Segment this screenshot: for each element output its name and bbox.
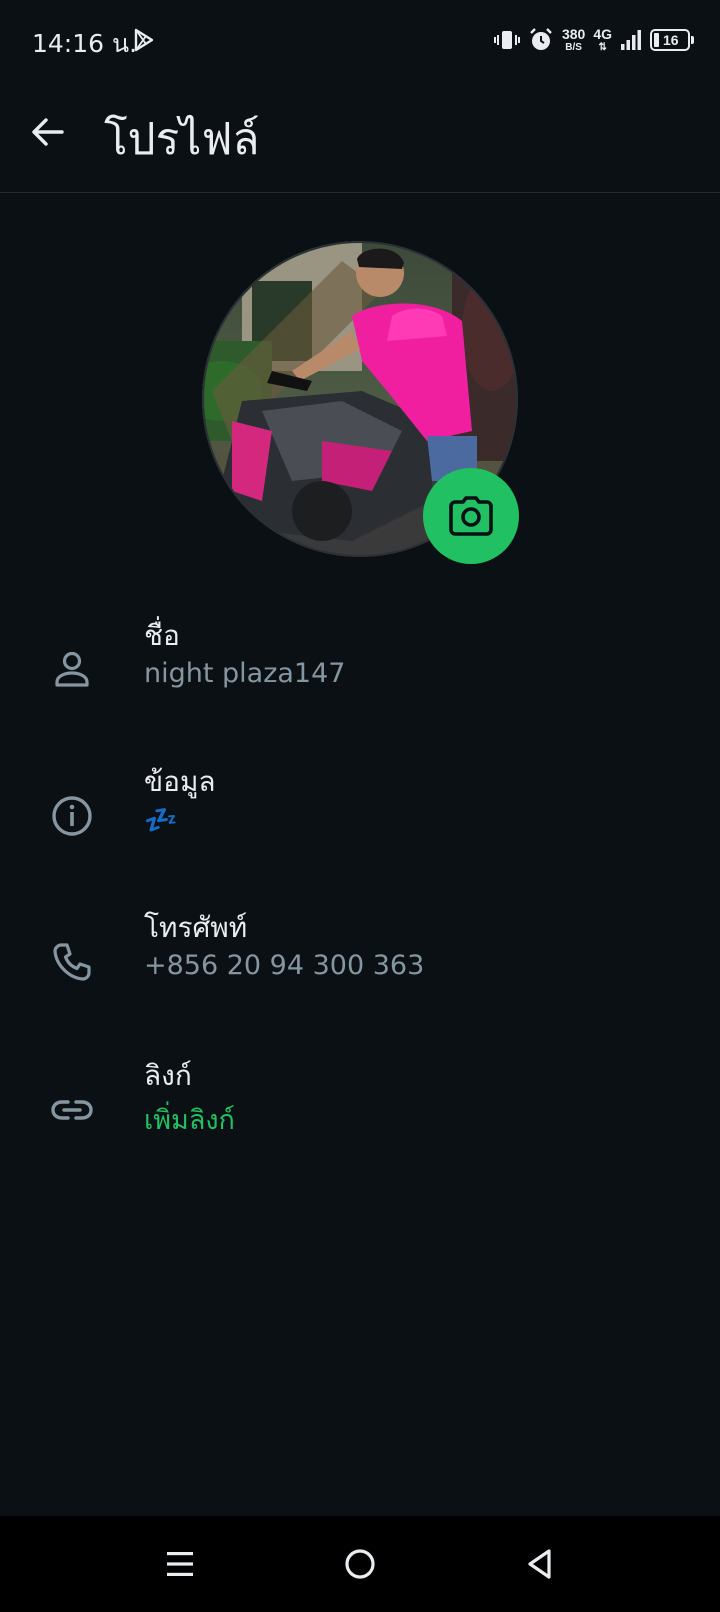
add-link-button[interactable]: เพิ่มลิงก์ [144, 1098, 235, 1141]
play-store-icon [134, 28, 154, 52]
status-time: 14:16 น. [32, 29, 138, 58]
system-back-button[interactable] [516, 1540, 564, 1588]
network-speed-unit: B/S [565, 42, 582, 53]
phone-row[interactable]: โทรศัพท์ +856 20 94 300 363 [0, 900, 720, 1030]
about-label: ข้อมูล [144, 765, 216, 798]
menu-icon [167, 1552, 193, 1576]
person-icon [48, 645, 96, 693]
change-photo-button[interactable] [423, 468, 519, 564]
vibrate-icon [493, 31, 520, 49]
network-speed: 380 B/S [562, 27, 585, 53]
page-title: โปรไฟล์ [104, 114, 260, 165]
link-icon [48, 1086, 96, 1134]
status-indicators: 380 B/S 4G ⇅ 16 [493, 24, 694, 56]
back-triangle-icon [528, 1549, 551, 1579]
signal-icon [621, 30, 641, 50]
info-icon [48, 792, 96, 840]
name-value: night plaza147 [144, 658, 346, 689]
status-bar: 14:16 น. 380 B/S 4G ⇅ 16 [0, 0, 720, 80]
network-type-label: 4G [593, 26, 612, 42]
name-row[interactable]: ชื่อ night plaza147 [0, 608, 720, 738]
phone-label: โทรศัพท์ [144, 911, 248, 944]
app-bar: โปรไฟล์ [0, 80, 720, 193]
recents-button[interactable] [156, 1540, 204, 1588]
about-row[interactable]: ข้อมูล 💤 [0, 754, 720, 884]
home-button[interactable] [336, 1540, 384, 1588]
network-type: 4G ⇅ [593, 26, 612, 53]
name-label: ชื่อ [144, 619, 180, 652]
phone-value: +856 20 94 300 363 [144, 950, 425, 981]
links-label: ลิงก์ [144, 1059, 192, 1092]
battery-level: 16 [663, 32, 679, 48]
back-button[interactable] [22, 106, 74, 158]
camera-icon [449, 496, 493, 536]
network-speed-value: 380 [561, 26, 586, 42]
links-row[interactable]: ลิงก์ เพิ่มลิงก์ [0, 1048, 720, 1178]
about-value: 💤 [144, 805, 178, 836]
alarm-icon [530, 28, 552, 50]
home-icon [345, 1549, 375, 1579]
arrow-left-icon [32, 118, 64, 146]
battery-icon: 16 [650, 29, 694, 51]
phone-icon [48, 938, 96, 986]
system-nav-bar [0, 1516, 720, 1612]
